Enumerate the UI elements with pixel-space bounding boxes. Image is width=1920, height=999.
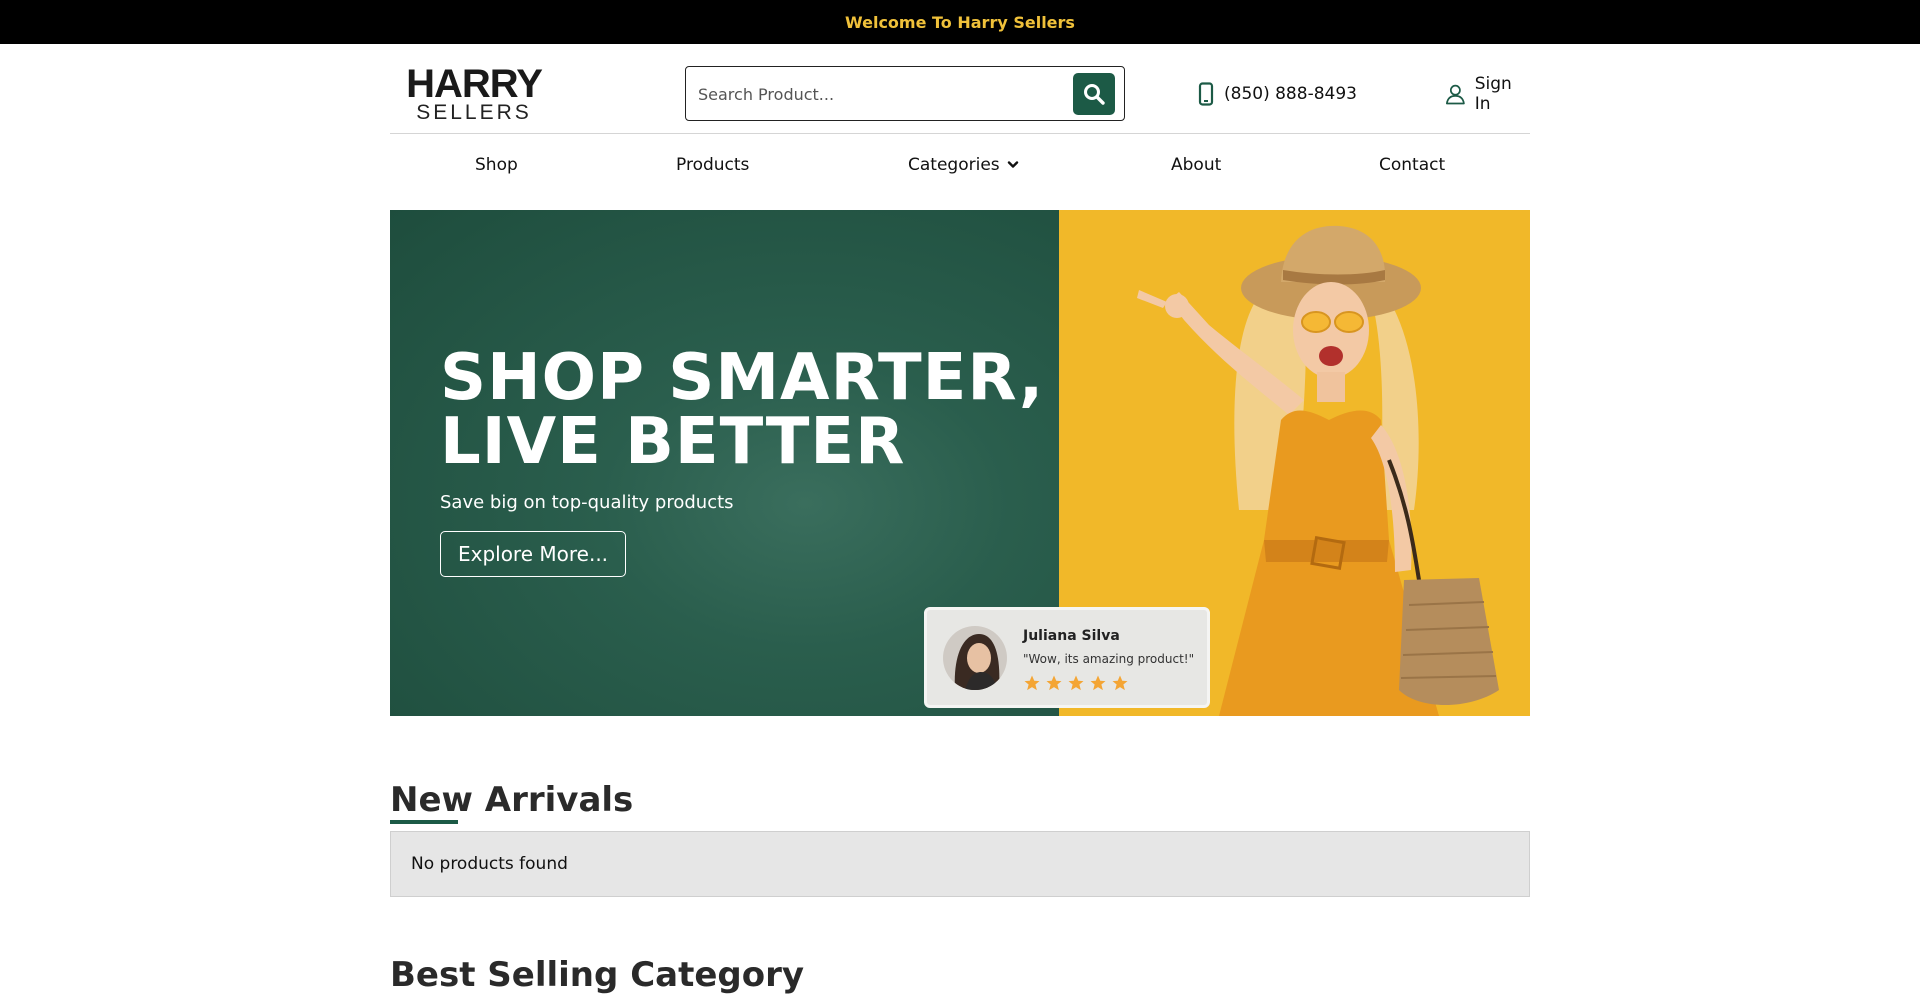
section-title: New Arrivals — [390, 780, 633, 820]
phone-number: (850) 888-8493 — [1224, 84, 1357, 104]
search-input[interactable] — [698, 79, 1058, 109]
star-rating — [1023, 674, 1129, 692]
brand-logo[interactable]: HARRY SELLERS — [406, 62, 543, 124]
star-icon — [1024, 675, 1040, 691]
search-bar — [685, 66, 1125, 121]
site-header: HARRY SELLERS (850) 888-8493 Sign In — [390, 44, 1530, 134]
star-icon — [1090, 675, 1106, 691]
logo-line1: HARRY — [406, 62, 543, 106]
user-icon — [1445, 84, 1465, 105]
section-title-word1: New — [390, 780, 473, 820]
avatar — [943, 626, 1007, 690]
title-underline — [390, 820, 458, 824]
section-title: Best Selling Category — [390, 955, 805, 995]
hero-subtitle: Save big on top-quality products — [440, 492, 734, 513]
star-icon — [1068, 675, 1084, 691]
logo-line2: SELLERS — [416, 101, 532, 124]
new-arrivals-heading: New Arrivals — [390, 780, 1530, 824]
hero-banner: SHOP SMARTER, LIVE BETTER Save big on to… — [390, 210, 1530, 716]
sign-in-link[interactable]: Sign In — [1444, 74, 1530, 114]
search-button[interactable] — [1073, 73, 1115, 115]
star-icon — [1046, 675, 1062, 691]
hero-title-line2: LIVE BETTER — [440, 405, 906, 479]
best-selling-heading: Best Selling Category — [390, 955, 1530, 999]
main-nav: Shop Products Categories About Contact — [390, 135, 1530, 210]
phone-contact[interactable]: (850) 888-8493 — [1198, 82, 1357, 106]
no-products-alert: No products found — [390, 831, 1530, 897]
nav-item-products[interactable]: Products — [676, 155, 749, 175]
section-title-word2: Arrivals — [484, 780, 634, 820]
star-icon — [1112, 675, 1128, 691]
review-card: Juliana Silva "Wow, its amazing product!… — [924, 607, 1210, 708]
hero-title-line1: SHOP SMARTER, — [440, 341, 1045, 415]
review-quote: "Wow, its amazing product!" — [1023, 652, 1195, 666]
welcome-bar: Welcome To Harry Sellers — [0, 0, 1920, 44]
nav-item-about[interactable]: About — [1171, 155, 1221, 175]
search-icon — [1084, 84, 1105, 105]
phone-icon — [1198, 82, 1214, 106]
chevron-down-icon — [1007, 161, 1019, 168]
nav-item-shop[interactable]: Shop — [475, 155, 518, 175]
nav-item-categories-label: Categories — [908, 155, 1000, 175]
reviewer-name: Juliana Silva — [1023, 628, 1120, 644]
nav-item-contact[interactable]: Contact — [1379, 155, 1445, 175]
nav-item-categories[interactable]: Categories — [908, 155, 1019, 175]
welcome-text: Welcome To Harry Sellers — [845, 12, 1075, 32]
explore-more-button[interactable]: Explore More... — [440, 531, 626, 577]
hero-title: SHOP SMARTER, LIVE BETTER — [440, 346, 1044, 474]
empty-message: No products found — [411, 854, 568, 874]
sign-in-label: Sign In — [1474, 74, 1512, 114]
